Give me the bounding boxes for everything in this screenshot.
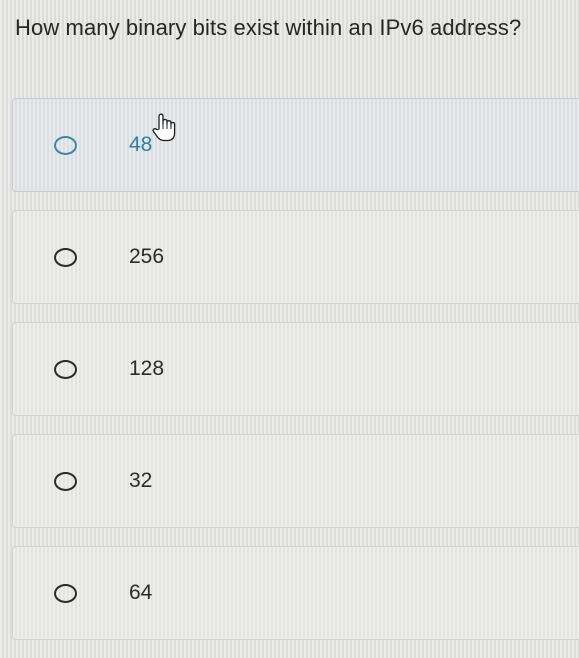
radio-button-1[interactable] (54, 136, 77, 155)
answer-option-1[interactable]: 48 (12, 98, 579, 192)
answer-label-5: 64 (129, 581, 153, 604)
answer-option-4[interactable]: 32 (12, 434, 579, 528)
answer-label-3: 128 (129, 357, 165, 380)
answer-label-4: 32 (129, 469, 153, 492)
radio-button-3[interactable] (54, 360, 77, 379)
answer-option-5[interactable]: 64 (12, 546, 579, 640)
radio-button-2[interactable] (54, 248, 77, 267)
answer-option-3[interactable]: 128 (12, 322, 579, 416)
question-text: How many binary bits exist within an IPv… (15, 15, 522, 40)
radio-button-5[interactable] (54, 584, 77, 603)
answer-label-2: 256 (129, 245, 165, 268)
radio-button-4[interactable] (54, 472, 77, 491)
answer-label-1: 48 (129, 133, 153, 156)
answer-option-2[interactable]: 256 (12, 210, 579, 304)
answer-options: 48 256 128 32 64 (12, 98, 579, 658)
